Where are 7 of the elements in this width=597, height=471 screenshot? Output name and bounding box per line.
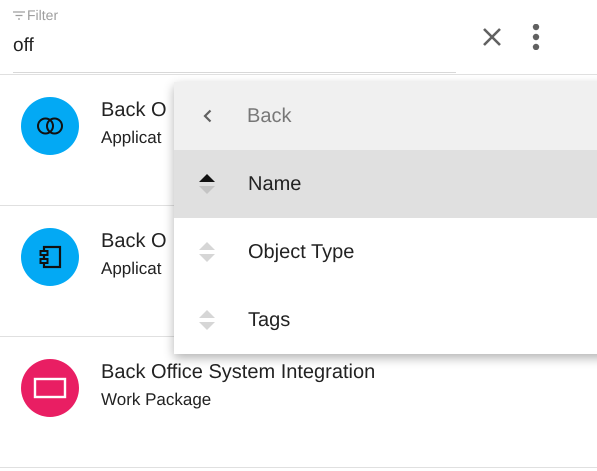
result-type: Work Package xyxy=(101,390,212,410)
result-title: Back O xyxy=(101,230,167,253)
result-type: Applicat xyxy=(101,259,162,279)
filter-label: Filter xyxy=(27,7,58,23)
result-title: Back O xyxy=(101,99,167,122)
result-type: Applicat xyxy=(101,128,162,148)
result-title: Back Office System Integration xyxy=(101,361,376,384)
